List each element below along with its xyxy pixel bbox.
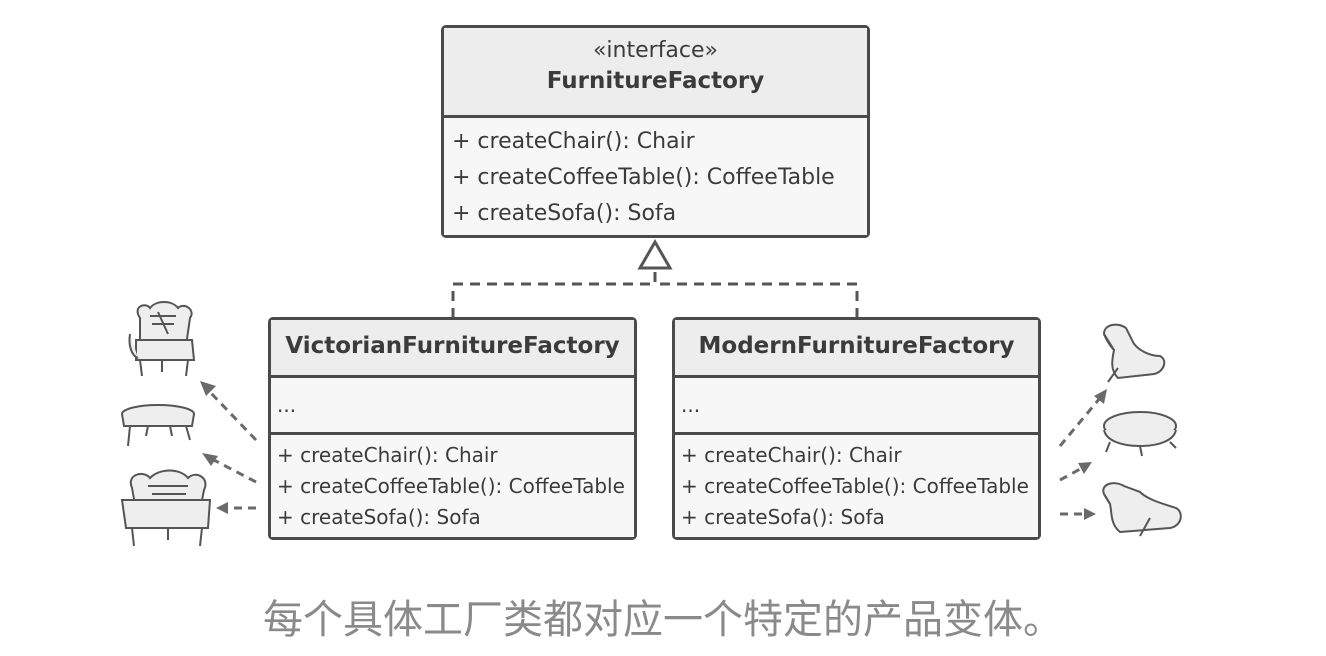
victorian-method-create-sofa: + createSofa(): Sofa	[277, 505, 481, 529]
method-create-coffee-table: + createCoffeeTable(): CoffeeTable	[452, 165, 835, 190]
implementation-arrows	[451, 268, 859, 318]
method-create-chair: + createChair(): Chair	[452, 129, 695, 154]
diagram-caption: 每个具体工厂类都对应一个特定的产品变体。	[263, 597, 1063, 643]
modern-product-arrows	[1058, 397, 1102, 516]
victorian-product-arrows	[206, 388, 258, 510]
modern-fields: ...	[675, 375, 1038, 432]
modern-methods: + createChair(): Chair + createCoffeeTab…	[675, 432, 1038, 537]
victorian-fields-ellipsis: ...	[277, 393, 297, 417]
victorian-furniture-factory: VictorianFurnitureFactory ... + createCh…	[268, 317, 637, 540]
interface-name: FurnitureFactory	[546, 68, 765, 94]
victorian-method-create-chair: + createChair(): Chair	[277, 443, 498, 467]
victorian-sofa-icon	[120, 469, 212, 547]
modern-sofa-icon	[1102, 482, 1182, 537]
modern-method-create-chair: + createChair(): Chair	[681, 443, 902, 467]
victorian-chair-icon	[128, 301, 196, 377]
modern-header: ModernFurnitureFactory	[675, 320, 1038, 375]
modern-furniture-factory: ModernFurnitureFactory ... + createChair…	[672, 317, 1041, 540]
furniture-factory-interface: «interface» FurnitureFactory + createCha…	[441, 25, 870, 238]
victorian-method-create-coffee-table: + createCoffeeTable(): CoffeeTable	[277, 474, 625, 498]
modern-method-create-coffee-table: + createCoffeeTable(): CoffeeTable	[681, 474, 1029, 498]
modern-method-create-sofa: + createSofa(): Sofa	[681, 505, 885, 529]
modern-class-name: ModernFurnitureFactory	[698, 333, 1015, 359]
interface-header: «interface» FurnitureFactory	[444, 28, 867, 115]
victorian-header: VictorianFurnitureFactory	[271, 320, 634, 375]
method-create-sofa: + createSofa(): Sofa	[452, 201, 677, 226]
interface-methods: + createChair(): Chair + createCoffeeTab…	[444, 115, 867, 235]
victorian-implements-line	[451, 268, 657, 318]
inheritance-triangle-icon	[637, 238, 673, 270]
victorian-methods: + createChair(): Chair + createCoffeeTab…	[271, 432, 634, 537]
victorian-fields: ...	[271, 375, 634, 432]
modern-coffee-table-icon	[1103, 411, 1177, 457]
victorian-class-name: VictorianFurnitureFactory	[285, 333, 620, 359]
victorian-coffee-table-icon	[121, 404, 195, 447]
modern-fields-ellipsis: ...	[681, 393, 701, 417]
modern-implements-line	[655, 282, 859, 318]
interface-stereotype: «interface»	[592, 38, 719, 63]
modern-chair-icon	[1102, 323, 1166, 383]
